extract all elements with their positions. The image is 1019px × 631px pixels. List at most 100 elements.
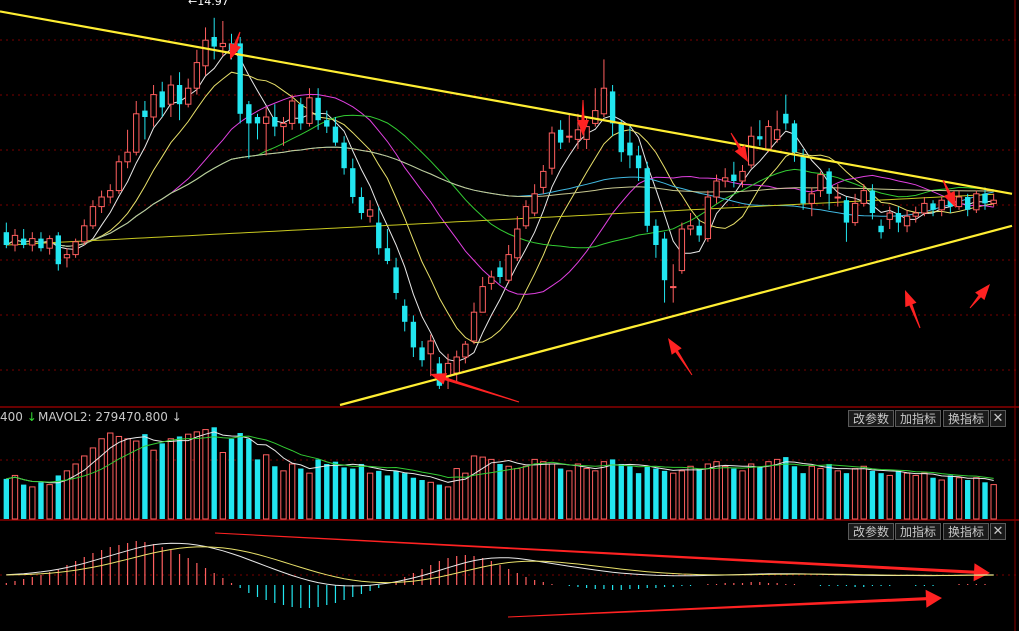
- volume-bar-up: [514, 468, 521, 520]
- macd-switch-indicator-button[interactable]: 换指标: [943, 523, 990, 540]
- volume-bar-down: [272, 466, 278, 519]
- volume-bar-up: [306, 472, 313, 520]
- candle-body-up: [505, 254, 512, 281]
- volume-bar-down: [410, 477, 417, 519]
- volume-series: [3, 427, 997, 520]
- volume-bar-up: [72, 463, 79, 520]
- candle-body-down: [376, 222, 382, 249]
- vol-add-indicator-button[interactable]: 加指标: [895, 410, 942, 427]
- volume-bar-up: [765, 461, 772, 520]
- volume-bar-up: [687, 465, 694, 520]
- volume-bar-down: [358, 463, 365, 519]
- volume-bar-down: [783, 457, 789, 519]
- candle-body-down: [869, 190, 876, 213]
- volume-bar-down: [159, 443, 165, 519]
- volume-bar-down: [895, 470, 902, 519]
- macd-close-icon[interactable]: ✕: [990, 523, 1006, 540]
- candle-body-up: [566, 135, 573, 138]
- candle-body-up: [11, 234, 19, 246]
- volume-bar-down: [878, 473, 884, 519]
- volume-bar-down: [341, 467, 347, 519]
- volume-bar-down: [627, 466, 633, 519]
- candle-body-up: [202, 39, 209, 67]
- volume-bar-up: [444, 486, 452, 520]
- candle-body-up: [713, 180, 720, 198]
- candle-body-up: [808, 193, 815, 204]
- volume-bar-up: [566, 470, 573, 520]
- volume-bar-up: [921, 472, 928, 520]
- volume-bar-up: [834, 470, 841, 520]
- candle-body-up: [860, 190, 867, 204]
- candle-body-up: [955, 196, 963, 208]
- candle-body-up: [990, 199, 997, 204]
- volume-bar-up: [427, 481, 434, 520]
- volume-bar-up: [167, 438, 175, 520]
- candle-body-down: [930, 203, 936, 210]
- macd-change-params-button[interactable]: 改参数: [848, 523, 895, 540]
- candle-body-up: [81, 225, 88, 243]
- volume-bar-down: [3, 478, 10, 519]
- candle-body-up: [721, 177, 729, 182]
- volume-bar-up: [583, 468, 590, 520]
- candle-body-down: [324, 120, 330, 127]
- candle-body-up: [592, 110, 599, 124]
- volume-bar-down: [947, 475, 954, 519]
- volume-bar-down: [843, 473, 850, 519]
- candle-body-up: [366, 209, 374, 217]
- volume-bar-up: [98, 438, 105, 520]
- candle-body-down: [557, 129, 564, 143]
- volume-bar-up: [851, 468, 859, 520]
- volume-bar-down: [791, 466, 798, 519]
- volume-bar-down: [38, 482, 44, 519]
- macd-add-indicator-button[interactable]: 加指标: [895, 523, 942, 540]
- volume-bar-down: [211, 427, 217, 519]
- volume-bar-down: [376, 470, 382, 519]
- candle-body-down: [783, 113, 789, 124]
- candle-body-down: [246, 104, 252, 124]
- candle-body-down: [731, 174, 737, 181]
- candle-body-down: [55, 235, 61, 265]
- volume-bar-up: [63, 470, 71, 520]
- volume-bar-up: [193, 431, 201, 520]
- candle-body-down: [609, 91, 616, 124]
- ma120-line: [6, 146, 994, 247]
- volume-bar-up: [150, 449, 157, 520]
- candle-body-up: [704, 196, 712, 240]
- volume-bar-down: [402, 473, 408, 519]
- volume-bar-down: [436, 484, 443, 519]
- volume-bar-up: [115, 435, 123, 520]
- volume-bar-up: [280, 470, 287, 520]
- vol-switch-indicator-button[interactable]: 换指标: [943, 410, 990, 427]
- candle-body-down: [661, 238, 668, 281]
- arrow-low-2: [668, 338, 693, 376]
- volume-bar-down: [982, 482, 988, 519]
- candle-body-down: [384, 248, 391, 261]
- candle-body-up: [107, 190, 114, 198]
- volume-bar-up: [488, 458, 495, 520]
- volume-bar-down: [930, 477, 936, 519]
- volume-bar-down: [661, 470, 668, 519]
- candle-body-down: [341, 142, 347, 169]
- vol-close-icon[interactable]: ✕: [990, 410, 1006, 427]
- volume-bar-down: [609, 459, 616, 519]
- candle-body-up: [115, 161, 123, 192]
- volume-bar-down: [696, 468, 702, 519]
- volume-bar-up: [470, 455, 478, 520]
- arrow-low-1: [430, 373, 520, 403]
- macd-series: [5, 541, 994, 608]
- arrow-macd-low: [508, 589, 942, 618]
- candle-body-up: [150, 94, 157, 118]
- candle-body-up: [574, 129, 582, 140]
- candle-body-up: [851, 202, 859, 224]
- candle-body-up: [280, 122, 287, 128]
- volume-bar-up: [366, 472, 374, 520]
- candle-body-down: [410, 321, 417, 348]
- vol-change-params-button[interactable]: 改参数: [848, 410, 895, 427]
- volume-left-value: 400: [0, 410, 23, 424]
- down-arrow-icon: ↓: [171, 410, 182, 424]
- candle-body-up: [193, 62, 201, 89]
- volume-bar-down: [618, 463, 624, 519]
- candle-body-down: [653, 225, 659, 245]
- volume-bar-down: [869, 470, 876, 519]
- candle-body-down: [696, 225, 702, 236]
